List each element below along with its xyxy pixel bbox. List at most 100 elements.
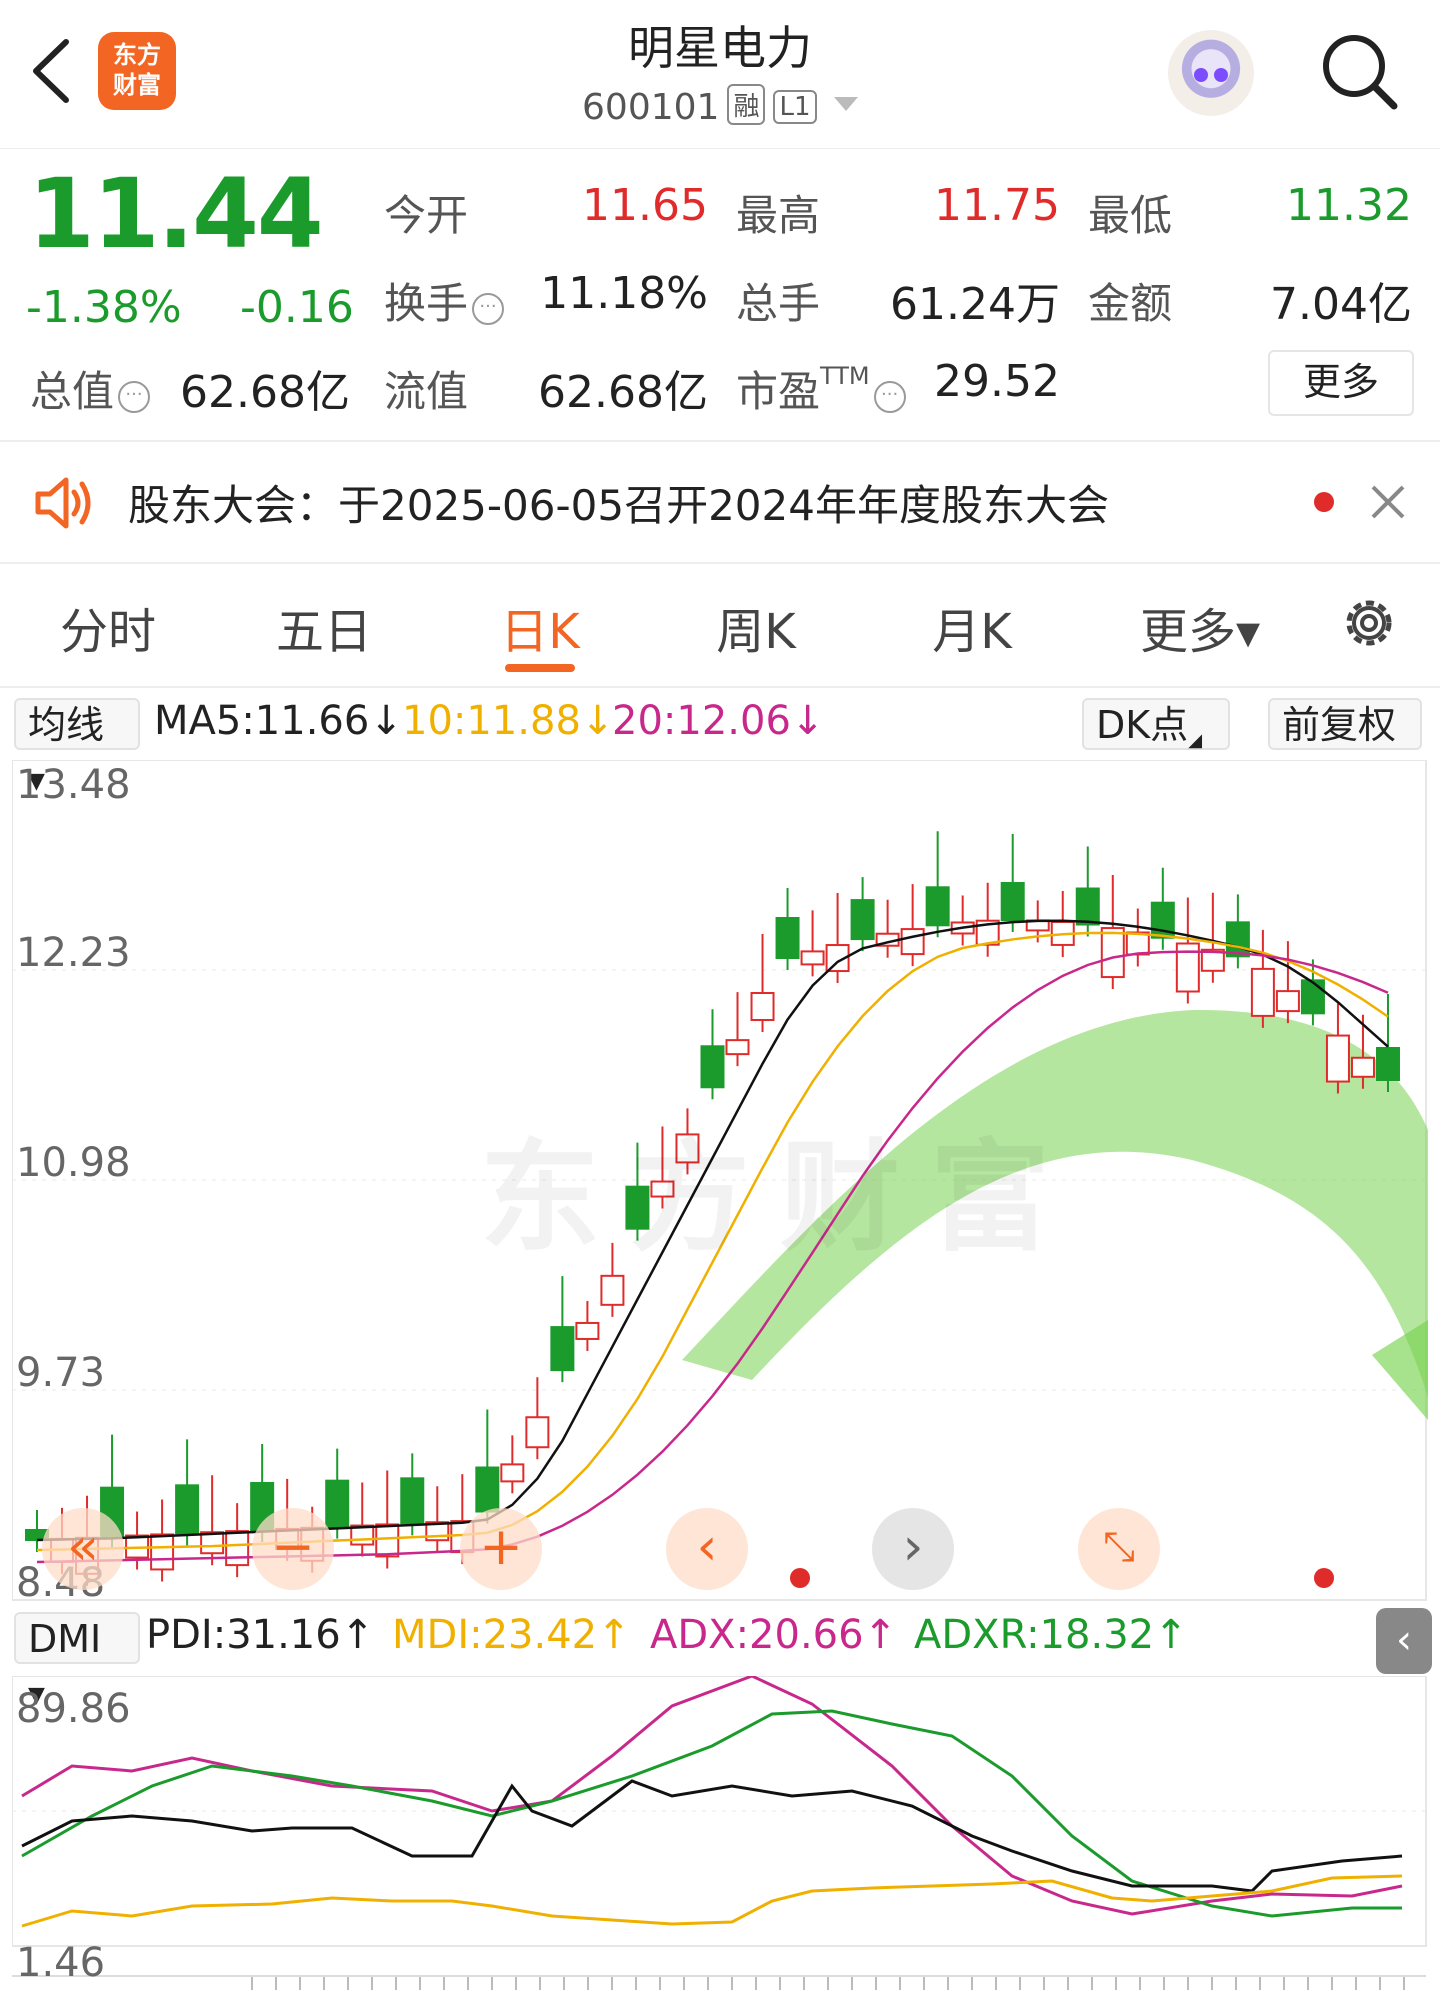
candle-body — [800, 950, 825, 966]
candle-body — [225, 1530, 250, 1567]
float-cap-value: 62.68亿 — [538, 367, 708, 418]
ma20-value: 20:12.06↓ — [612, 698, 825, 744]
high-value: 11.75 — [934, 180, 1060, 231]
change-percent: -1.38% — [26, 282, 182, 333]
scroll-right-button[interactable]: › — [872, 1508, 954, 1590]
tab-more[interactable]: 更多▾ — [1100, 592, 1300, 662]
candle-body — [1375, 1047, 1400, 1081]
ma5-value: MA5:11.66↓ — [154, 698, 403, 744]
zoom-in-button[interactable]: + — [460, 1508, 542, 1590]
float-cap-label: 流值 — [384, 367, 469, 416]
info-icon: ··· — [118, 381, 151, 413]
dropdown-triangle-icon — [833, 97, 858, 111]
close-icon[interactable] — [1370, 484, 1406, 520]
marker-dot — [1314, 1568, 1334, 1588]
low-value: 11.32 — [1286, 180, 1412, 231]
ma10-value: 10:11.88↓ — [402, 698, 615, 744]
trend-arc-arrowhead — [1372, 1320, 1428, 1420]
pe-value: 29.52 — [934, 356, 1060, 407]
indicator-select[interactable]: 均线 ▼ — [14, 698, 140, 794]
amount-label: 金额 — [1088, 279, 1173, 328]
adx-line — [21, 1676, 1403, 1916]
candle-body — [1125, 931, 1150, 956]
candle-body — [375, 1523, 400, 1558]
adxr-value: ADXR:18.32↑ — [914, 1612, 1188, 1658]
search-icon[interactable] — [1318, 30, 1400, 112]
candle-body — [475, 1466, 500, 1513]
candle-body — [900, 928, 925, 956]
collapse-panel-button[interactable]: ‹ — [1376, 1608, 1432, 1674]
y-axis-label: 10.98 — [16, 1140, 131, 1186]
stock-code: 600101 — [582, 87, 720, 128]
y-axis-label: 12.23 — [16, 930, 131, 976]
candle-body — [1225, 921, 1250, 958]
candle-body — [850, 899, 875, 941]
dmi-y-axis-label: 89.86 — [16, 1686, 131, 1732]
turnover-value: 11.18% — [540, 268, 708, 319]
amount-value: 7.04亿 — [1270, 279, 1412, 330]
scroll-left-button[interactable]: ‹ — [666, 1508, 748, 1590]
speaker-icon — [35, 477, 91, 529]
candle-body — [750, 991, 775, 1021]
dk-point-button[interactable]: DK点◢ — [1082, 698, 1230, 751]
candle-body — [1350, 1056, 1375, 1078]
sub-indicator-select[interactable]: DMI ▼ — [14, 1612, 140, 1708]
marker-dot — [790, 1568, 810, 1588]
tab-monthly-k[interactable]: 月K — [872, 592, 1072, 662]
candle-body — [925, 886, 950, 927]
tab-weekly-k[interactable]: 周K — [656, 592, 856, 662]
tab-intraday[interactable]: 分时 — [8, 592, 208, 662]
candle-body — [575, 1321, 600, 1340]
candle-body — [150, 1533, 175, 1571]
change-amount: -0.16 — [240, 282, 354, 333]
dmi-y-axis-label: 1.46 — [16, 1940, 106, 1986]
candle-body — [725, 1039, 750, 1056]
market-cap-label[interactable]: 总值 ··· — [30, 358, 151, 419]
settings-gear-icon[interactable] — [1338, 592, 1400, 654]
margin-tag: 融 — [727, 84, 766, 125]
market-cap-value: 62.68亿 — [180, 367, 350, 418]
candle-body — [1300, 979, 1325, 1015]
divider — [0, 686, 1440, 688]
divider — [0, 440, 1440, 442]
y-axis-label: 9.73 — [16, 1350, 106, 1396]
candle-body — [175, 1484, 200, 1535]
zoom-out-button[interactable]: − — [252, 1508, 334, 1590]
dmi-chart — [12, 1676, 1427, 1990]
scroll-left-fast-button[interactable]: « — [42, 1508, 124, 1590]
candle-body — [400, 1477, 425, 1525]
open-value: 11.65 — [582, 180, 708, 231]
turnover-label[interactable]: 换手 ··· — [384, 270, 505, 331]
ttm-superscript: TTM — [820, 362, 870, 390]
mdi-value: MDI:23.42↑ — [392, 1612, 631, 1658]
fullscreen-icon[interactable]: ⤡ — [1078, 1508, 1160, 1590]
pe-label[interactable]: 市盈TTM··· — [736, 358, 906, 419]
level-tag: L1 — [773, 90, 817, 124]
candle-body — [1325, 1034, 1350, 1083]
watermark: 东方财富 — [480, 1129, 1080, 1268]
candle-body — [500, 1463, 525, 1483]
current-price: 11.44 — [28, 158, 324, 270]
adx-value: ADX:20.66↑ — [650, 1612, 898, 1658]
low-label: 最低 — [1088, 191, 1173, 240]
pdi-value: PDI:31.16↑ — [146, 1612, 375, 1658]
candle-body — [1000, 882, 1025, 922]
assistant-robot-icon[interactable] — [1168, 30, 1254, 116]
candle-body — [600, 1274, 625, 1306]
header-bar: 东方 财富 明星电力 600101 融 L1 — [0, 0, 1440, 149]
announcement-text[interactable]: 股东大会：于2025-06-05召开2024年年度股东大会 — [128, 472, 1109, 533]
info-icon: ··· — [472, 293, 505, 325]
pdi-line — [21, 1779, 1403, 1893]
more-quote-button[interactable]: 更多 — [1268, 350, 1414, 416]
open-label: 今开 — [384, 191, 469, 240]
tab-daily-k[interactable]: 日K — [440, 592, 640, 662]
candle-body — [1275, 990, 1300, 1013]
candle-body — [1250, 967, 1275, 1017]
high-label: 最高 — [736, 191, 821, 240]
adjust-button[interactable]: 前复权 — [1268, 698, 1422, 750]
volume-label: 总手 — [736, 279, 821, 328]
tab-five-day[interactable]: 五日 — [224, 592, 424, 662]
candle-body — [550, 1326, 575, 1372]
unread-dot — [1314, 492, 1334, 512]
candle-body — [325, 1479, 350, 1528]
